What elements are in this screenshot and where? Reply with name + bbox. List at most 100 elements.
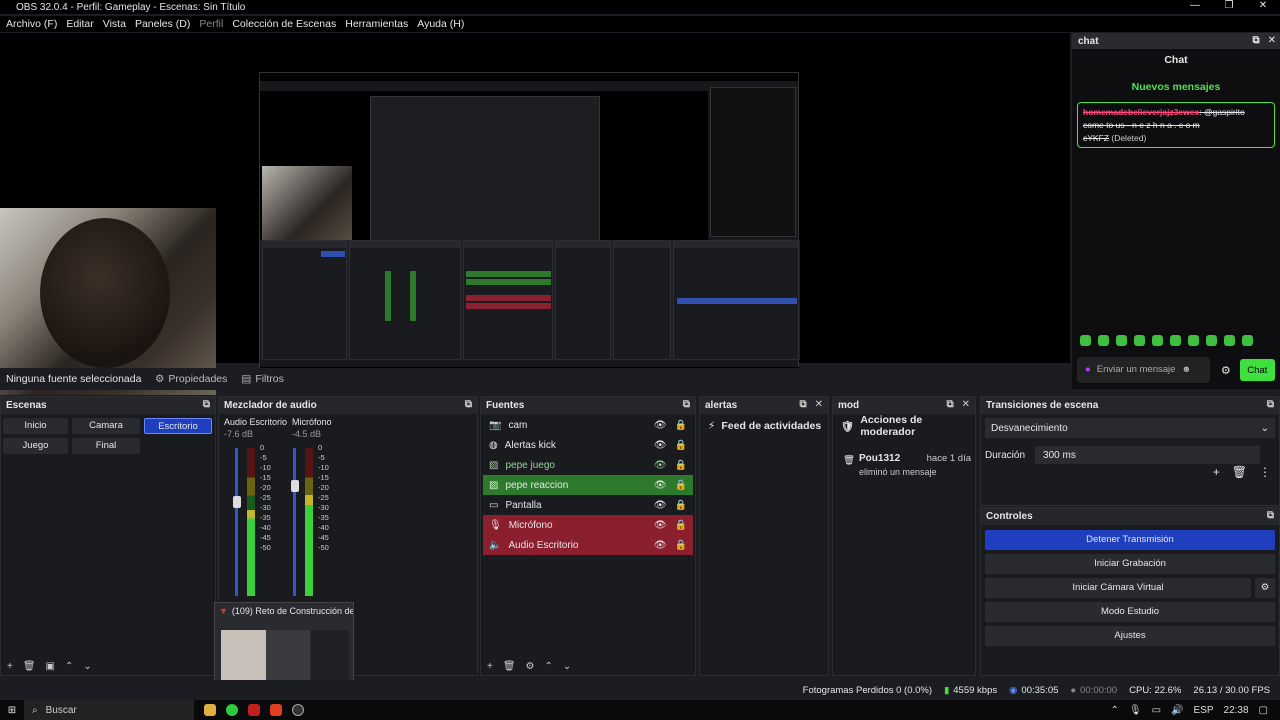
properties-button[interactable]: ⚙ Propiedades (151, 373, 231, 385)
microphone-icon[interactable]: 🎙 (1129, 705, 1142, 716)
scene-final[interactable]: Final (72, 438, 140, 454)
menu-ayuda[interactable]: Ayuda (H) (411, 18, 467, 30)
eye-icon[interactable]: 👁 (654, 540, 667, 551)
menu-archivo[interactable]: Archivo (F) (0, 18, 60, 30)
minimize-button[interactable]: — (1178, 0, 1212, 11)
chat-send-button[interactable]: Chat (1239, 359, 1275, 381)
add-icon[interactable]: + (7, 661, 13, 672)
undock-icon[interactable]: ⧉ (465, 399, 472, 410)
duration-input[interactable]: 300 ms (1035, 446, 1261, 464)
stop-stream-button[interactable]: Detener Transmisión (985, 530, 1275, 550)
trash-icon[interactable]: 🗑 (503, 661, 516, 672)
eye-icon[interactable]: 👁 (654, 480, 667, 491)
volume-fader[interactable] (293, 448, 296, 596)
menu-paneles[interactable]: Paneles (D) (129, 18, 193, 30)
emote-icon[interactable] (1116, 335, 1127, 346)
mod-user[interactable]: Pou1312 (859, 453, 900, 464)
source-item[interactable]: ◍ Alertas kick 👁 🔒 (483, 435, 693, 455)
clock[interactable]: 22:38 (1224, 705, 1249, 716)
emote-icon[interactable] (1152, 335, 1163, 346)
lock-icon[interactable]: 🔒 (675, 460, 687, 471)
lock-icon[interactable]: 🔒 (675, 500, 687, 511)
add-icon[interactable]: + (1213, 465, 1220, 479)
undock-icon[interactable]: ⧉ (946, 399, 953, 410)
add-icon[interactable]: + (487, 661, 493, 672)
fader-knob[interactable] (233, 496, 241, 508)
virtual-camera-button[interactable]: Iniciar Cámara Virtual (985, 578, 1251, 598)
notification-icon[interactable]: ▢ (1259, 705, 1268, 716)
undock-icon[interactable]: ⧉ (1252, 35, 1259, 46)
settings-button[interactable]: Ajustes (985, 626, 1275, 646)
chat-input[interactable]: ● Enviar un mensaje ☻ (1077, 357, 1210, 383)
volume-icon[interactable]: 🔊 (1171, 705, 1183, 716)
source-item[interactable]: 📷 cam 👁 🔒 (483, 415, 693, 435)
emoji-icon[interactable]: ☻ (1181, 365, 1191, 375)
close-icon[interactable]: ✕ (815, 399, 823, 410)
eye-icon[interactable]: 👁 (654, 500, 667, 511)
fader-knob[interactable] (291, 480, 299, 492)
undock-icon[interactable]: ⧉ (203, 399, 210, 410)
source-item[interactable]: ▨ pepe reaccion 👁 🔒 (483, 475, 693, 495)
studio-mode-button[interactable]: Modo Estudio (985, 602, 1275, 622)
emote-icon[interactable] (1170, 335, 1181, 346)
eye-icon[interactable]: 👁 (654, 520, 667, 531)
gear-icon[interactable]: ⚙ (526, 661, 535, 672)
lock-icon[interactable]: 🔒 (675, 540, 687, 551)
undock-icon[interactable]: ⧉ (799, 399, 806, 410)
app-red-icon[interactable] (248, 704, 260, 716)
chevron-up-icon[interactable]: ⌃ (1111, 705, 1119, 716)
source-item[interactable]: ▨ pepe juego 👁 🔒 (483, 455, 693, 475)
brave-icon[interactable] (270, 704, 282, 716)
language-indicator[interactable]: ESP (1194, 705, 1214, 716)
eye-icon[interactable]: 👁 (654, 440, 667, 451)
emote-icon[interactable] (1080, 335, 1091, 346)
close-icon[interactable]: ✕ (1268, 35, 1276, 46)
emote-icon[interactable] (1188, 335, 1199, 346)
spotify-icon[interactable] (226, 704, 238, 716)
emote-icon[interactable] (1206, 335, 1217, 346)
menu-editar[interactable]: Editar (60, 18, 96, 30)
source-item[interactable]: 🔈 Audio Escritorio 👁 🔒 (483, 535, 693, 555)
undock-icon[interactable]: ⧉ (1267, 399, 1274, 410)
preview-canvas[interactable] (0, 33, 1070, 395)
lock-icon[interactable]: 🔒 (675, 520, 687, 531)
obs-icon[interactable] (292, 704, 304, 716)
trash-icon[interactable]: 🗑 (23, 661, 36, 672)
emote-icon[interactable] (1224, 335, 1235, 346)
up-icon[interactable]: ⌃ (65, 661, 73, 672)
gear-icon[interactable]: ⚙ (1216, 364, 1236, 377)
menu-coleccion[interactable]: Colección de Escenas (226, 18, 339, 30)
network-icon[interactable]: ▭ (1152, 705, 1161, 716)
up-icon[interactable]: ⌃ (545, 661, 553, 672)
more-icon[interactable]: ⋮ (1259, 465, 1271, 479)
start-recording-button[interactable]: Iniciar Grabación (985, 554, 1275, 574)
transition-select[interactable]: Desvanecimiento ⌄ (985, 418, 1275, 438)
gear-icon[interactable]: ⚙ (1255, 578, 1275, 598)
lock-icon[interactable]: 🔒 (675, 440, 687, 451)
source-item[interactable]: 🎙 Micrófono 👁 🔒 (483, 515, 693, 535)
close-button[interactable]: ✕ (1246, 0, 1280, 11)
source-item[interactable]: ▭ Pantalla 👁 🔒 (483, 495, 693, 515)
taskbar-search[interactable]: ⌕ Buscar (24, 700, 194, 720)
chat-username[interactable]: homemadebelieverjajz3ewex (1083, 107, 1199, 117)
eye-icon[interactable]: 👁 (654, 420, 667, 431)
menu-perfil[interactable]: Perfil (193, 18, 226, 30)
filter-icon[interactable]: ▣ (46, 661, 55, 672)
volume-fader[interactable] (235, 448, 238, 596)
file-explorer-icon[interactable] (204, 704, 216, 716)
down-icon[interactable]: ⌄ (83, 661, 91, 672)
undock-icon[interactable]: ⧉ (683, 399, 690, 410)
lock-icon[interactable]: 🔒 (675, 420, 687, 431)
menu-vista[interactable]: Vista (97, 18, 129, 30)
eye-icon[interactable]: 👁 (654, 460, 667, 471)
menu-herramientas[interactable]: Herramientas (339, 18, 411, 30)
scene-inicio[interactable]: Inicio (3, 418, 68, 434)
close-icon[interactable]: ✕ (962, 399, 970, 410)
filters-button[interactable]: ▤ Filtros (237, 373, 288, 385)
scene-juego[interactable]: Juego (3, 438, 68, 454)
emote-icon[interactable] (1242, 335, 1253, 346)
lock-icon[interactable]: 🔒 (675, 480, 687, 491)
scene-escritorio[interactable]: Escritorio (144, 418, 212, 434)
scene-camara[interactable]: Camara (72, 418, 140, 434)
emote-icon[interactable] (1134, 335, 1145, 346)
